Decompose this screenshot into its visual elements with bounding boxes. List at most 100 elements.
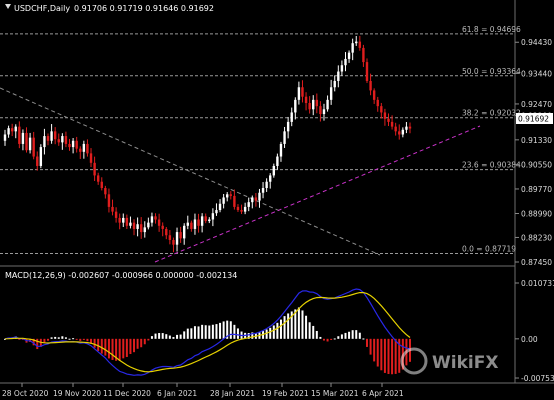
macd-hist-bar (154, 333, 157, 339)
bull-candle (3, 134, 7, 141)
price-tick-label: 0.87450 (521, 258, 552, 267)
macd-hist-bar (133, 338, 136, 353)
bear-candle (75, 140, 78, 149)
macd-hist-bar (82, 338, 85, 340)
macd-hist-bar (193, 326, 196, 339)
bull-candle (186, 222, 189, 226)
bull-candle (211, 213, 215, 220)
macd-hist-bar (50, 337, 53, 339)
bear-candle (132, 222, 136, 229)
macd-hist-bar (315, 330, 318, 339)
bull-candle (50, 131, 53, 141)
bear-candle (46, 136, 50, 141)
bear-candle (86, 143, 89, 154)
macd-hist-bar (183, 331, 186, 339)
bear-candle (233, 195, 236, 207)
macd-hist-bar (344, 332, 347, 339)
bear-candle (111, 206, 114, 212)
bear-candle (93, 162, 96, 176)
macd-hist-bar (337, 336, 340, 339)
macd-hist-bar (100, 338, 103, 354)
bull-candle (129, 222, 132, 226)
bear-candle (376, 99, 379, 107)
bear-candle (125, 217, 129, 226)
macd-hist-bar (172, 337, 175, 339)
bull-candle (28, 137, 32, 151)
macd-hist-bar (165, 334, 168, 339)
macd-hist-bar (79, 338, 82, 341)
macd-hist-bar (387, 338, 390, 374)
macd-hist-bar (158, 333, 161, 339)
macd-hist-bar (222, 321, 225, 339)
macd-hist-bar (118, 338, 121, 361)
macd-hist-bar (326, 338, 329, 342)
bear-candle (18, 126, 21, 144)
macd-hist-bar (86, 338, 89, 342)
bear-candle (114, 211, 118, 218)
price-tick-label: 0.92470 (521, 100, 552, 109)
bull-candle (147, 222, 150, 228)
fib-label: 61.8 = 0.94696 (462, 25, 521, 34)
bull-candle (251, 197, 254, 203)
fib-label: 38.2 = 0.92032 (462, 109, 521, 118)
macd-hist-bar (201, 324, 204, 339)
bull-candle (333, 80, 336, 88)
bull-candle (312, 99, 315, 110)
bear-candle (100, 181, 103, 189)
macd-hist-bar (236, 328, 239, 339)
bear-candle (383, 112, 387, 119)
bear-candle (104, 188, 107, 195)
bull-candle (322, 109, 326, 115)
macd-hist-bar (136, 338, 139, 349)
bull-candle (43, 136, 46, 148)
macd-hist-bar (161, 333, 164, 339)
bear-candle (64, 136, 68, 144)
bear-candle (398, 131, 401, 135)
macd-tick-label: 0.010731 (521, 279, 554, 288)
bull-candle (272, 165, 276, 176)
macd-hist-bar (75, 338, 78, 340)
bear-candle (190, 222, 193, 229)
bull-candle (294, 99, 297, 113)
bull-candle (261, 188, 265, 193)
price-tick-label: 0.88990 (521, 210, 552, 219)
bull-candle (405, 126, 408, 130)
bear-candle (240, 210, 243, 212)
watermark-text: WikiFX (432, 353, 498, 373)
macd-hist-bar (279, 319, 282, 339)
bull-candle (222, 197, 225, 204)
macd-hist-bar (265, 329, 268, 339)
bear-candle (79, 148, 82, 152)
bull-candle (200, 216, 204, 226)
bear-candle (362, 47, 365, 63)
macd-hist-bar (394, 338, 397, 374)
bear-candle (229, 194, 232, 196)
macd-hist-bar (283, 316, 286, 339)
bull-candle (21, 132, 25, 144)
bear-candle (394, 126, 397, 132)
bear-candle (204, 216, 207, 222)
macd-hist-bar (233, 324, 236, 339)
bear-candle (161, 225, 164, 229)
bear-candle (36, 156, 39, 166)
bull-candle (193, 219, 197, 229)
macd-hist-bar (179, 334, 182, 339)
macd-hist-bar (36, 338, 39, 350)
bull-candle (150, 216, 154, 223)
bear-candle (315, 99, 319, 107)
bull-candle (401, 129, 405, 135)
macd-hist-bar (312, 325, 315, 339)
bear-candle (319, 106, 322, 115)
macd-hist-bar (358, 332, 361, 339)
bull-candle (7, 128, 10, 135)
macd-hist-bar (176, 334, 179, 339)
macd-hist-bar (376, 338, 379, 367)
bull-candle (269, 175, 272, 182)
macd-hist-bar (107, 338, 110, 359)
bear-candle (179, 232, 182, 239)
bear-candle (390, 121, 394, 127)
macd-hist-bar (61, 336, 64, 339)
macd-hist-bar (104, 338, 107, 356)
macd-hist-bar (125, 338, 128, 357)
bear-candle (387, 118, 390, 122)
